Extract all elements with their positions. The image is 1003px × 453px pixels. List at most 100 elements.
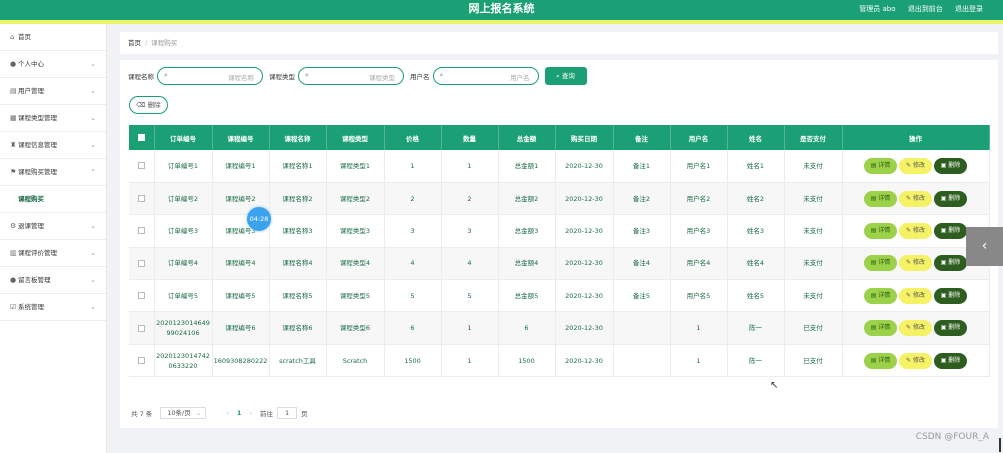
sidebar-item-label: 课程类型管理 — [18, 114, 57, 122]
row-checkbox[interactable] — [137, 259, 145, 267]
user-icon: ● — [10, 60, 17, 68]
table-cell: 2020-12-30 — [555, 247, 614, 281]
sidebar-item[interactable]: ● 留言板管理 ⌄ — [0, 267, 106, 294]
detail-button[interactable]: ▤ 详情 — [864, 287, 897, 304]
edit-button[interactable]: ✎ 修改 — [899, 320, 932, 337]
delete-button[interactable]: ▣ 删除 — [934, 255, 967, 272]
edit-button[interactable]: ✎ 修改 — [899, 190, 932, 207]
detail-button[interactable]: ▤ 详情 — [864, 157, 897, 174]
course-type-input[interactable]: ⌕ 课程类型 — [298, 67, 404, 85]
username-placeholder: 用户名 — [510, 74, 530, 82]
username-input[interactable]: ⌕ 用户名 — [432, 67, 539, 85]
edit-button[interactable]: ✎ 修改 — [899, 157, 932, 174]
table-cell: 总金额5 — [498, 279, 556, 313]
row-select-cell — [129, 150, 155, 183]
chart-icon: ▥ — [10, 249, 17, 257]
sidebar-item[interactable]: ● 个人中心 ⌄ — [0, 51, 106, 78]
table-cell: 1 — [441, 311, 499, 345]
next-page-icon[interactable]: › — [249, 409, 252, 417]
pencil-icon: ✎ — [906, 259, 913, 267]
home-icon: ⌂ — [10, 33, 15, 41]
collapse-arrow-icon[interactable]: ‹ — [966, 227, 1003, 266]
sidebar-item[interactable]: ▦课程类型管理 ⌄ — [0, 105, 106, 132]
edit-button[interactable]: ✎ 修改 — [899, 222, 932, 239]
goto-page-input[interactable]: 1 — [277, 407, 298, 419]
prev-page-icon[interactable]: ‹ — [226, 409, 229, 417]
sidebar-item[interactable]: ▥课程评价管理 ⌄ — [0, 240, 106, 267]
sidebar-item[interactable]: ♜ 课程信息管理 ⌄ — [0, 132, 106, 159]
select-all-checkbox[interactable] — [137, 134, 145, 141]
sidebar-item[interactable]: ▤用户管理 ⌄ — [0, 78, 106, 105]
edit-button[interactable]: ✎ 修改 — [899, 352, 932, 369]
delete-button[interactable]: ▣ 删除 — [934, 222, 967, 239]
edit-button[interactable]: ✎ 修改 — [899, 255, 932, 272]
row-checkbox[interactable] — [137, 357, 145, 365]
column-header: 课程类型 — [326, 125, 385, 150]
table-cell: 备注3 — [613, 214, 671, 248]
row-select-cell — [129, 279, 155, 313]
delete-button[interactable]: ▣ 删除 — [934, 190, 967, 207]
table-cell: 已支付 — [784, 311, 843, 345]
column-header: 课程名称 — [269, 125, 327, 150]
detail-button[interactable]: ▤ 详情 — [864, 352, 897, 369]
trash-icon: ⌫ — [136, 101, 148, 109]
table-cell: 用户名1 — [670, 150, 728, 183]
page-size-select[interactable]: 10条/页 ⌄ — [160, 407, 207, 419]
table-cell: 备注2 — [613, 182, 671, 216]
detail-button[interactable]: ▤ 详情 — [864, 255, 897, 272]
table-cell — [613, 311, 671, 345]
delete-button[interactable]: ▣ 删除 — [934, 157, 967, 174]
detail-button[interactable]: ▤ 详情 — [864, 320, 897, 337]
delete-button[interactable]: ▣ 删除 — [934, 287, 967, 304]
current-page[interactable]: 1 — [237, 409, 242, 417]
table-cell: 2020123014649 99024106 — [154, 311, 213, 345]
delete-button[interactable]: ▣ 删除 — [934, 352, 967, 369]
table-cell: 2 — [384, 182, 442, 216]
row-checkbox[interactable] — [137, 227, 145, 235]
detail-button-label: 详情 — [878, 161, 891, 169]
scrollbar-thumb[interactable] — [999, 438, 1001, 452]
table-cell: 4 — [441, 247, 499, 281]
sidebar-item[interactable]: ⌂ 首页 — [0, 24, 106, 51]
total-count: 共 7 条 — [131, 410, 153, 418]
sidebar-item[interactable]: ⚙ 退课管理 ⌄ — [0, 213, 106, 240]
course-name-input[interactable]: ⌕ 课程名称 — [157, 67, 263, 85]
table-cell: 2 — [441, 182, 499, 216]
chevron-down-icon: ⌄ — [90, 141, 96, 149]
row-checkbox[interactable] — [137, 162, 145, 170]
table-cell: 未支付 — [784, 247, 843, 281]
table-cell: 姓名1 — [727, 150, 785, 183]
sidebar-item[interactable]: ⚑ 课程购买管理 ⌃ — [0, 159, 106, 186]
row-checkbox[interactable] — [137, 292, 145, 300]
breadcrumb-home[interactable]: 首页 — [128, 39, 141, 47]
table-cell: 用户名2 — [670, 182, 728, 216]
goto-label: 前往 — [260, 410, 274, 418]
chevron-down-icon: ⌄ — [90, 87, 96, 95]
chevron-down-icon: ⌄ — [90, 303, 96, 311]
sidebar-item[interactable]: ☑ 系统管理 ⌄ — [0, 294, 106, 321]
table-row: 2020123014649 99024106 课程编号6 课程名称6 课程类型6 6 1 6… — [129, 311, 990, 345]
sidebar-item[interactable]: 课程购买 — [0, 186, 106, 213]
detail-button-label: 详情 — [878, 194, 891, 202]
detail-button[interactable]: ▤ 详情 — [864, 190, 897, 207]
row-checkbox[interactable] — [137, 195, 145, 203]
batch-delete-button[interactable]: ⌫ 删除 — [129, 96, 168, 114]
detail-button-label: 详情 — [878, 259, 891, 267]
table-cell: 用户名4 — [670, 247, 728, 281]
delete-button[interactable]: ▣ 删除 — [934, 320, 967, 337]
edit-button[interactable]: ✎ 修改 — [899, 287, 932, 304]
back-to-front-link[interactable]: 退出到前台 — [908, 5, 943, 13]
actions-cell: ▤ 详情 ✎ 修改 ▣ 删除 — [842, 279, 990, 313]
detail-button[interactable]: ▤ 详情 — [864, 222, 897, 239]
row-checkbox[interactable] — [137, 324, 145, 332]
page-size-value: 10条/页 — [167, 409, 191, 417]
table-cell: 1500 — [498, 344, 556, 378]
table-cell: 4 — [384, 247, 442, 281]
sidebar-item-label: 课程购买 — [18, 195, 44, 203]
column-header: 姓名 — [727, 125, 785, 150]
course-type-placeholder: 课程类型 — [369, 74, 395, 82]
table-cell: 订单编号1 — [154, 150, 213, 183]
chevron-down-icon: ⌄ — [90, 276, 96, 284]
query-button[interactable]: ⌕ 查询 — [544, 67, 587, 85]
logout-link[interactable]: 退出登录 — [955, 5, 983, 13]
